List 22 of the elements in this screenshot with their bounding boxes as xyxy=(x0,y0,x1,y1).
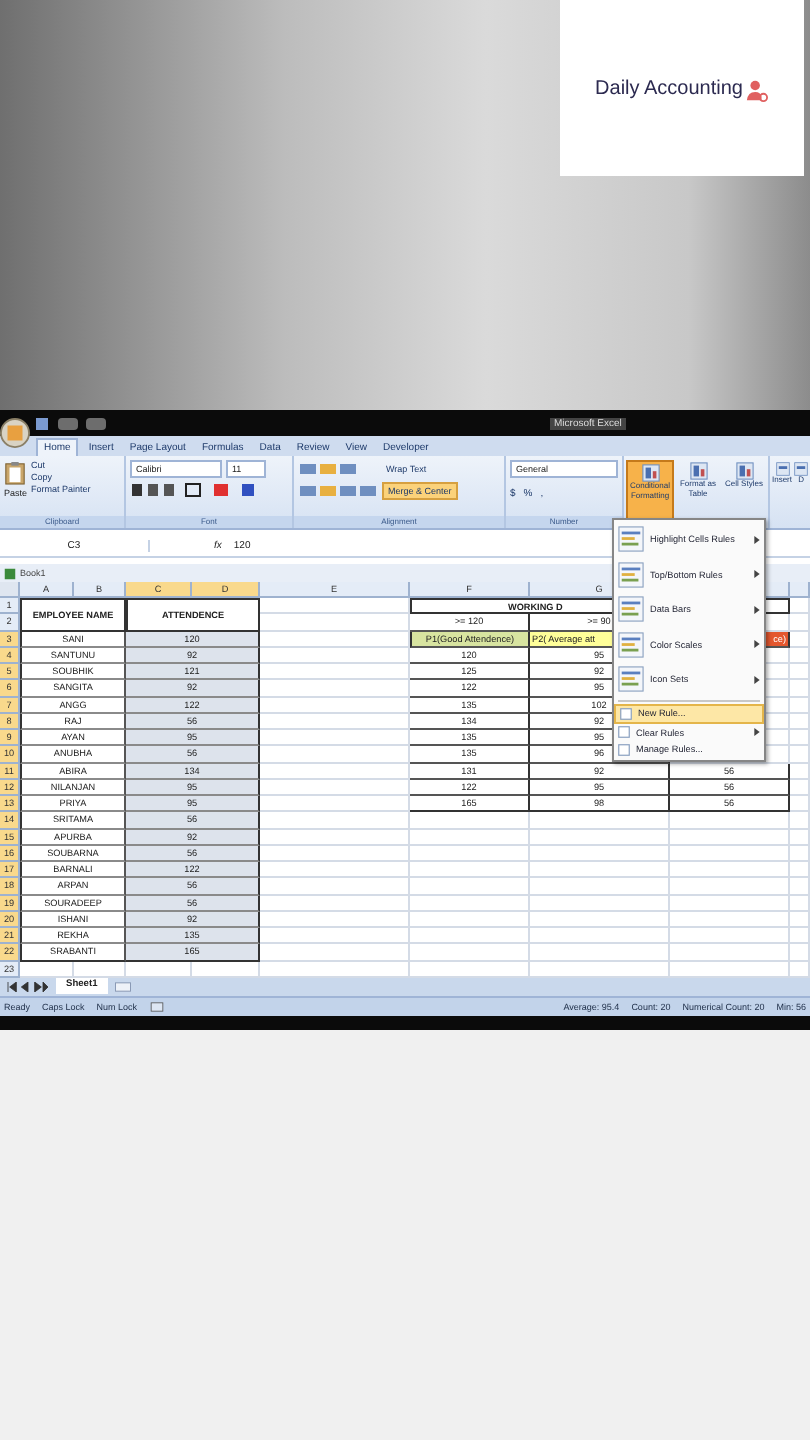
square-icon xyxy=(618,726,630,739)
table-row-icon xyxy=(794,462,809,476)
bars-icon xyxy=(618,596,644,623)
square-icon xyxy=(618,743,630,756)
workbook-icon xyxy=(4,567,16,579)
clipboard-icon xyxy=(4,460,27,486)
column-header[interactable] xyxy=(790,582,810,598)
select-all-corner[interactable] xyxy=(0,582,20,598)
macro-record-icon[interactable] xyxy=(149,1001,164,1012)
new-sheet-icon[interactable] xyxy=(113,981,132,992)
bars-icon xyxy=(618,631,644,658)
bars-icon xyxy=(618,561,644,588)
chart-icon xyxy=(689,462,707,480)
square-icon xyxy=(620,707,632,720)
person-icon xyxy=(746,79,769,101)
sheet-navigation-icon[interactable] xyxy=(6,981,50,992)
chart-icon xyxy=(735,462,753,480)
chart-icon xyxy=(641,464,659,482)
logo-text: Daily Accounting xyxy=(595,77,743,99)
table-row-icon xyxy=(775,462,789,476)
bars-icon xyxy=(618,666,644,693)
bars-icon xyxy=(618,526,644,553)
